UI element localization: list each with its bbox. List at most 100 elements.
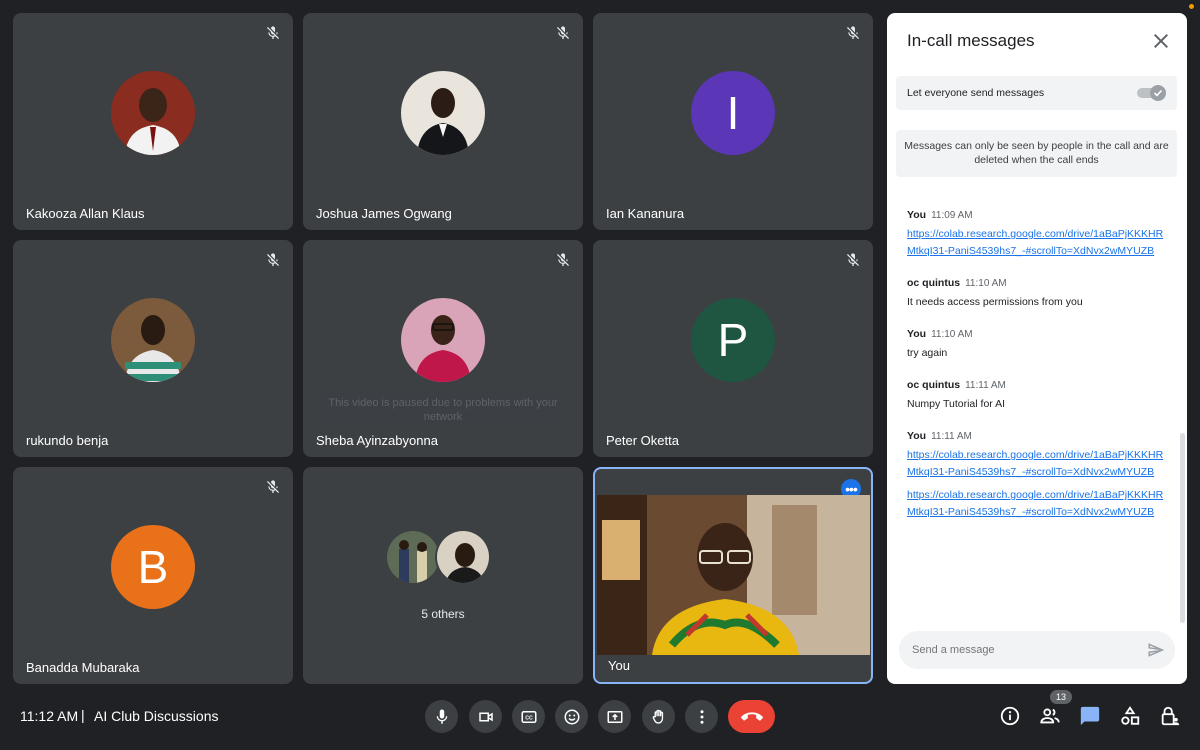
- chat-message-input[interactable]: [912, 631, 1132, 669]
- mic-off-icon: [847, 26, 859, 39]
- hang-up-icon: [740, 711, 763, 721]
- participant-name: Ian Kananura: [606, 206, 685, 221]
- chat-permission-row: Let everyone send messages: [896, 76, 1177, 110]
- present-screen-icon: [607, 710, 622, 723]
- more-vert-icon: [700, 709, 703, 724]
- chat-message: You 11:10 AM try again: [907, 328, 1169, 362]
- mic-off-icon: [557, 26, 569, 39]
- participant-avatar: [401, 70, 485, 155]
- others-tile[interactable]: 5 others: [303, 467, 583, 684]
- participant-avatar: [401, 297, 485, 382]
- message-time: 11:11 AM: [931, 431, 972, 442]
- chat-info-notice: Messages can only be seen by people in t…: [896, 130, 1177, 177]
- self-video-tile[interactable]: ••• You: [593, 467, 873, 684]
- hand-icon: [652, 709, 663, 724]
- captions-button[interactable]: CC: [512, 700, 545, 733]
- others-count-label: 5 others: [421, 607, 465, 621]
- message-time: 11:10 AM: [931, 329, 973, 340]
- participant-name: Sheba Ayinzabyonna: [316, 433, 438, 448]
- recording-indicator-dot: [1189, 4, 1194, 9]
- mic-off-icon: [847, 253, 859, 266]
- microphone-button[interactable]: [425, 700, 458, 733]
- chat-panel: In-call messages Let everyone send messa…: [887, 13, 1187, 684]
- activities-button[interactable]: [1118, 704, 1142, 728]
- shapes-icon: [1121, 706, 1140, 725]
- divider: |: [81, 707, 85, 723]
- participant-initial-avatar: I: [691, 70, 775, 155]
- captions-icon: CC: [521, 710, 536, 723]
- mic-off-icon: [267, 480, 279, 493]
- participant-tile[interactable]: Kakooza Allan Klaus: [13, 13, 293, 230]
- others-avatars: [385, 529, 501, 587]
- participant-count-badge: 13: [1050, 690, 1072, 704]
- leave-call-button[interactable]: [728, 700, 775, 733]
- message-sender: You: [907, 209, 927, 221]
- participant-avatar: [435, 529, 491, 585]
- emoji-icon: [564, 709, 579, 724]
- chat-permission-label: Let everyone send messages: [907, 87, 1045, 99]
- svg-text:CC: CC: [525, 715, 533, 721]
- camera-button[interactable]: [469, 700, 502, 733]
- video-paused-notice: This video is paused due to problems wit…: [315, 388, 571, 430]
- message-sender: oc quintus: [907, 379, 961, 391]
- microphone-icon: [436, 709, 447, 724]
- message-text: Numpy Tutorial for AI: [907, 398, 1006, 410]
- reactions-button[interactable]: [555, 700, 588, 733]
- chat-scrollbar[interactable]: [1180, 433, 1185, 623]
- chat-permission-toggle[interactable]: [1137, 85, 1167, 101]
- participant-avatar: [111, 70, 195, 155]
- meeting-title: AI Club Discussions: [94, 708, 219, 724]
- participant-name: You: [608, 658, 630, 673]
- chat-message: You 11:09 AM https://colab.research.googl…: [907, 209, 1169, 260]
- participant-tile[interactable]: rukundo benja: [13, 240, 293, 457]
- participant-name: Peter Oketta: [606, 433, 679, 448]
- participant-avatar: [385, 529, 441, 585]
- mic-off-icon: [267, 253, 279, 266]
- message-time: 11:09 AM: [931, 210, 973, 221]
- message-link[interactable]: https://colab.research.google.com/drive/…: [907, 447, 1169, 481]
- participant-avatar: [111, 297, 195, 382]
- present-button[interactable]: [598, 700, 631, 733]
- participant-name: Joshua James Ogwang: [316, 206, 452, 221]
- participant-name: Kakooza Allan Klaus: [26, 206, 145, 221]
- message-text: try again: [907, 347, 948, 359]
- chat-input-box: [899, 631, 1175, 669]
- people-icon: [1040, 708, 1060, 724]
- message-sender: You: [907, 328, 927, 340]
- message-text: It needs access permissions from you: [907, 296, 1083, 308]
- people-button[interactable]: [1038, 704, 1062, 728]
- participant-tile[interactable]: I Ian Kananura: [593, 13, 873, 230]
- chat-button[interactable]: [1078, 704, 1102, 728]
- meeting-details-button[interactable]: [998, 704, 1022, 728]
- chat-panel-title: In-call messages: [907, 31, 1035, 50]
- chat-message: oc quintus 11:11 AM Numpy Tutorial for AI: [907, 379, 1169, 413]
- message-time: 11:10 AM: [965, 278, 1007, 289]
- close-icon[interactable]: [1149, 29, 1173, 53]
- participant-initial-avatar: B: [111, 524, 195, 609]
- lock-person-icon: [1161, 706, 1180, 726]
- info-icon: [1000, 706, 1020, 726]
- raise-hand-button[interactable]: [642, 700, 675, 733]
- chat-message-list: You 11:09 AM https://colab.research.googl…: [907, 209, 1169, 538]
- chat-icon: [1080, 706, 1100, 726]
- camera-icon: [478, 712, 493, 721]
- participant-tile[interactable]: P Peter Oketta: [593, 240, 873, 457]
- more-options-button[interactable]: [685, 700, 718, 733]
- host-controls-button[interactable]: [1158, 704, 1182, 728]
- participant-name: Banadda Mubaraka: [26, 660, 140, 675]
- message-link[interactable]: https://colab.research.google.com/drive/…: [907, 487, 1169, 521]
- send-icon[interactable]: [1147, 641, 1165, 659]
- meeting-clock: 11:12 AM: [20, 708, 79, 724]
- participant-tile[interactable]: This video is paused due to problems wit…: [303, 240, 583, 457]
- mic-off-icon: [267, 26, 279, 39]
- message-sender: oc quintus: [907, 277, 961, 289]
- self-video: [597, 495, 870, 655]
- participant-tile[interactable]: Joshua James Ogwang: [303, 13, 583, 230]
- participant-tile[interactable]: B Banadda Mubaraka: [13, 467, 293, 684]
- mic-off-icon: [557, 253, 569, 266]
- message-link[interactable]: https://colab.research.google.com/drive/…: [907, 226, 1169, 260]
- chat-message: You 11:11 AM https://colab.research.googl…: [907, 430, 1169, 521]
- message-time: 11:11 AM: [965, 380, 1006, 391]
- message-sender: You: [907, 430, 927, 442]
- chat-message: oc quintus 11:10 AM It needs access permi…: [907, 277, 1169, 311]
